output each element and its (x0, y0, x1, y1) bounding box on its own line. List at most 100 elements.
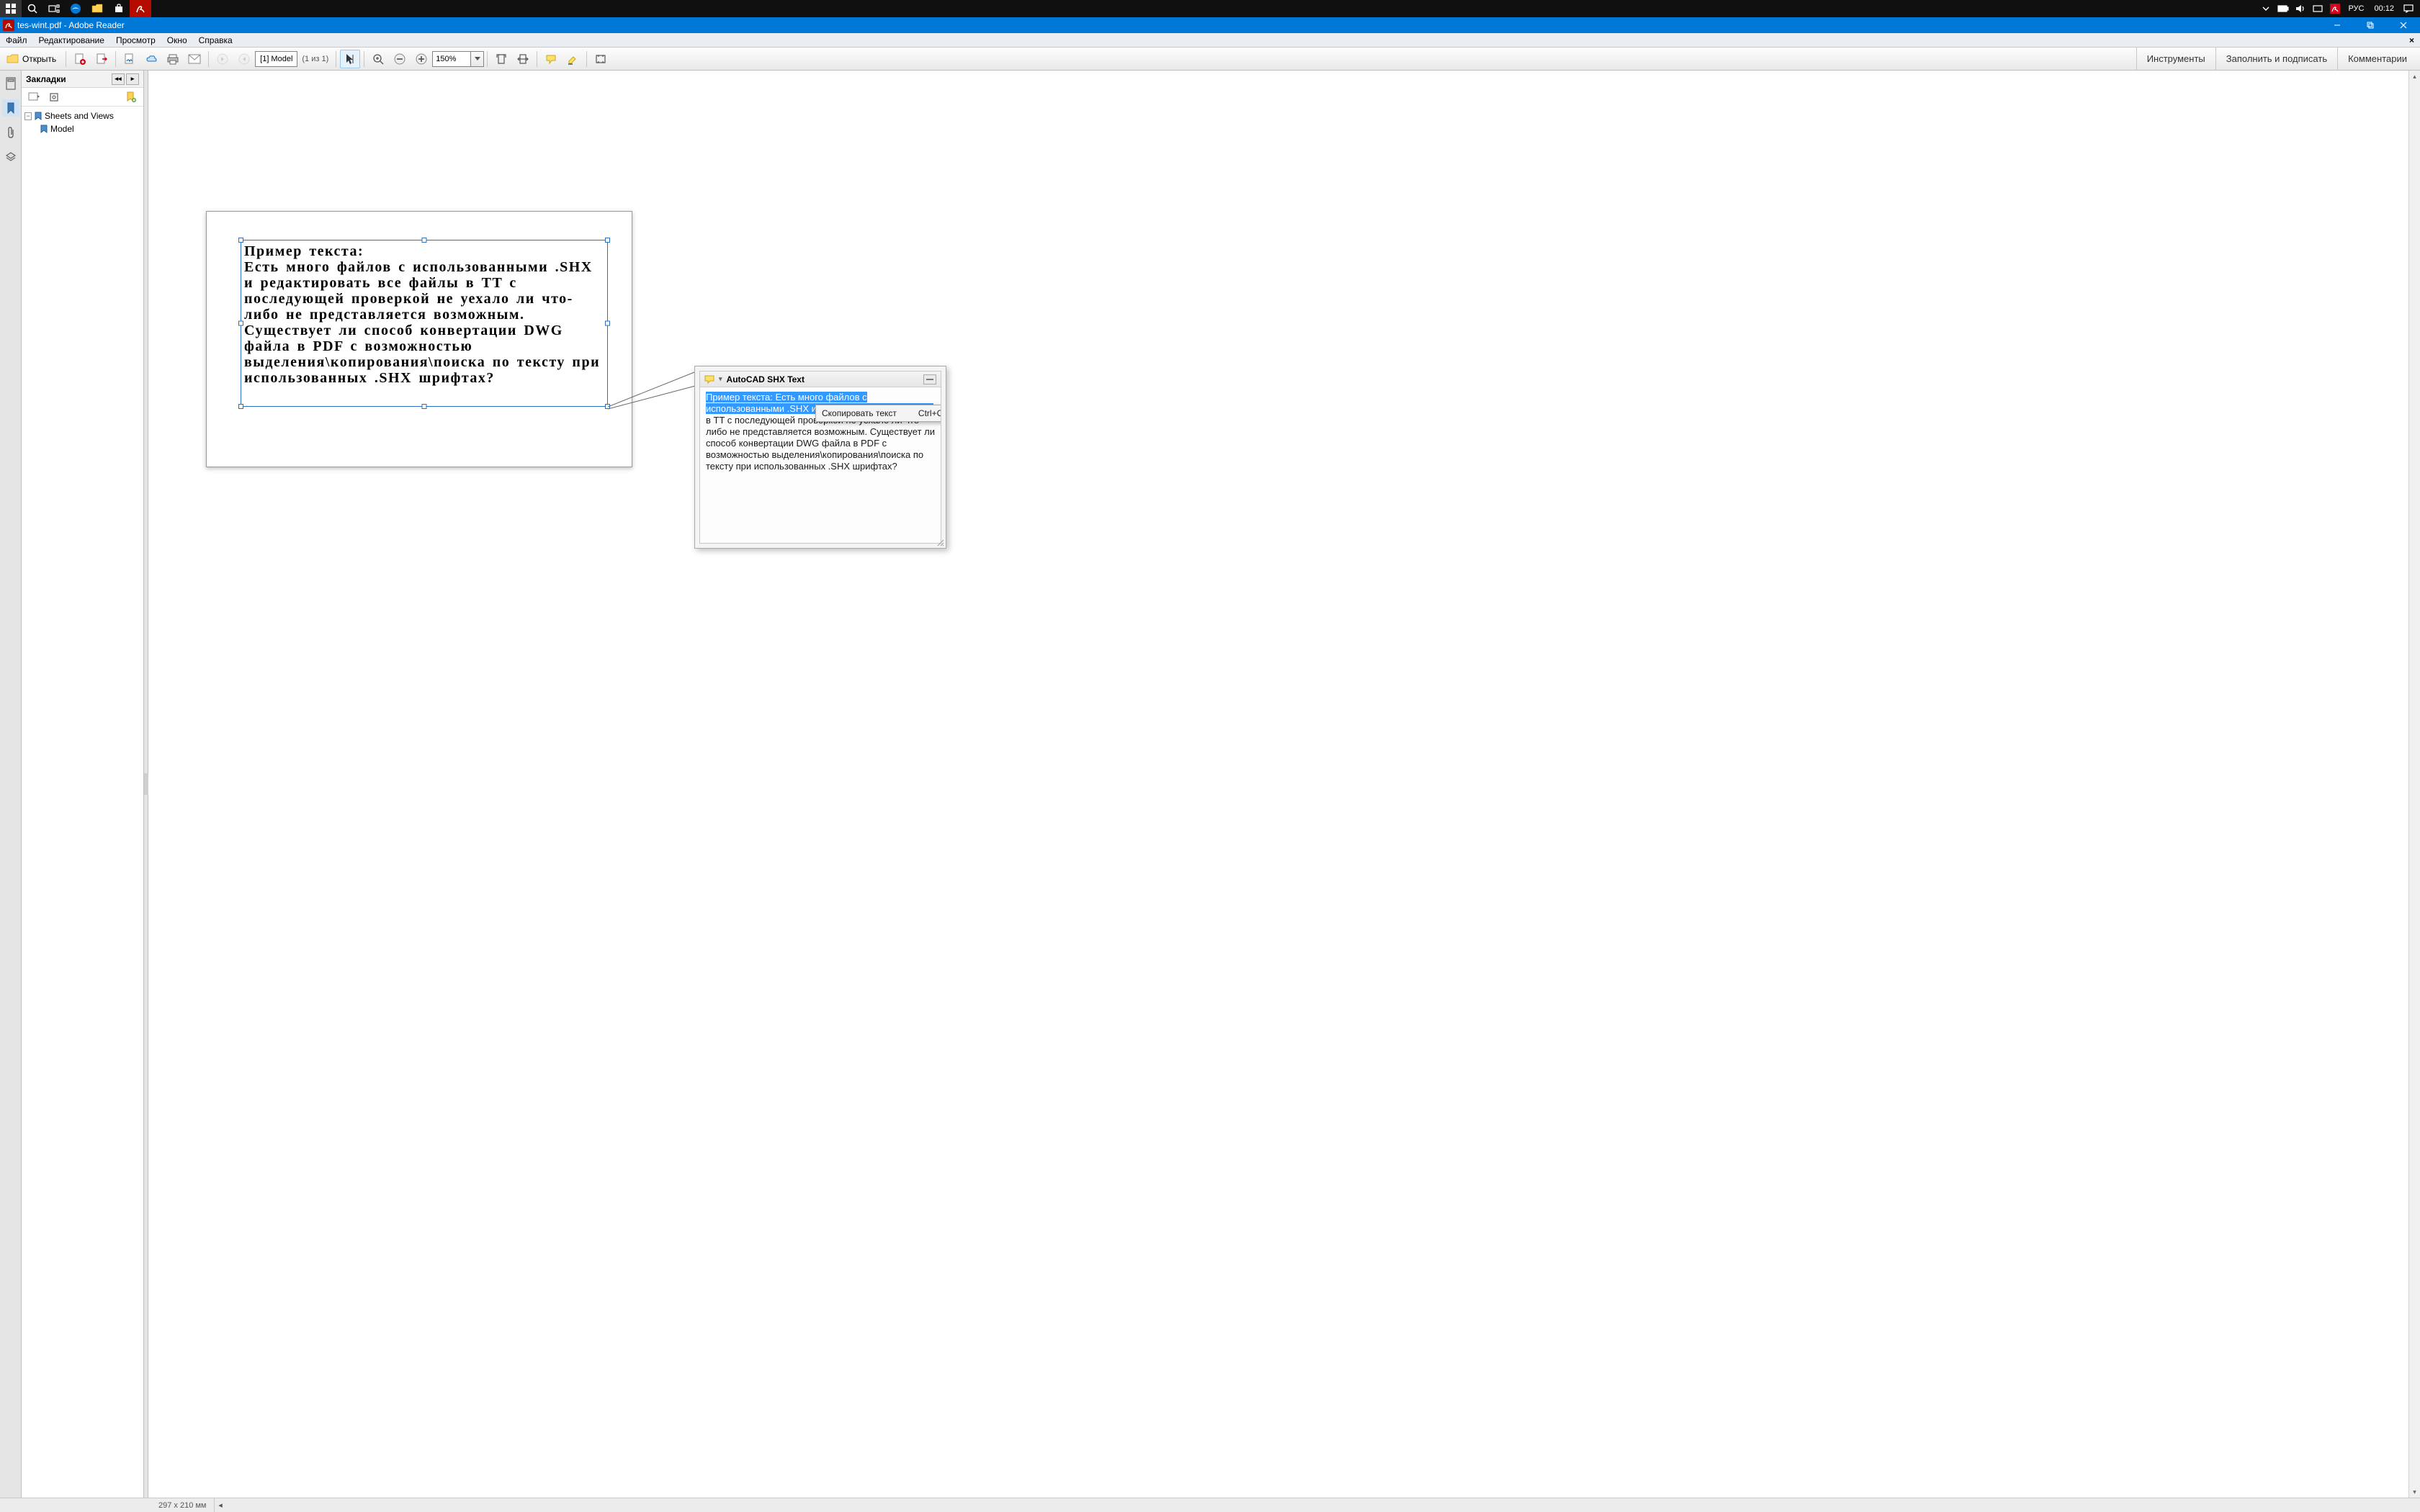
selected-annotation[interactable]: Пример текста: Есть много файлов с испол… (241, 240, 608, 407)
bookmarks-tree: − Sheets and Views Model (22, 107, 143, 1498)
file-explorer-icon[interactable] (86, 0, 108, 17)
zoom-value-field[interactable]: 150% (432, 51, 471, 67)
find-bookmark-icon[interactable] (46, 90, 62, 104)
scroll-up-icon[interactable]: ▴ (2409, 71, 2420, 82)
edge-browser-icon[interactable] (65, 0, 86, 17)
read-mode-icon[interactable] (591, 50, 611, 68)
resize-handle[interactable] (238, 321, 243, 326)
tree-label: Sheets and Views (45, 111, 114, 121)
maximize-button[interactable] (2354, 17, 2387, 33)
resize-handle[interactable] (238, 404, 243, 409)
zoom-dropdown-icon[interactable] (471, 51, 484, 67)
popup-minimize-icon[interactable] (923, 374, 936, 384)
tray-network-icon[interactable] (2309, 0, 2326, 17)
open-label: Открыть (22, 54, 56, 64)
zoom-in-icon[interactable] (411, 50, 431, 68)
resize-handle[interactable] (605, 238, 610, 243)
folder-icon (6, 53, 19, 65)
popup-rest-text: в TT с последующей проверкой не уехало л… (706, 415, 935, 472)
popup-header[interactable]: ▾ AutoCAD SHX Text (700, 372, 941, 387)
sign-icon[interactable] (120, 50, 140, 68)
print-icon[interactable] (163, 50, 183, 68)
bookmarks-title: Закладки (26, 74, 66, 84)
tree-row-sheets-and-views[interactable]: − Sheets and Views (23, 109, 142, 122)
close-document-button[interactable]: × (2403, 35, 2420, 45)
zoom-marquee-icon[interactable] (368, 50, 388, 68)
bookmark-item-icon (35, 112, 42, 120)
menu-file[interactable]: Файл (0, 34, 33, 47)
menu-view[interactable]: Просмотр (110, 34, 161, 47)
select-tool-icon[interactable] (340, 50, 360, 68)
close-button[interactable] (2387, 17, 2420, 33)
expand-toggle-icon[interactable]: − (24, 112, 32, 120)
tree-label: Model (50, 124, 74, 134)
windows-taskbar: РУС 00:12 (0, 0, 2420, 17)
new-bookmark-icon[interactable] (123, 90, 139, 104)
bookmarks-icon[interactable] (2, 99, 19, 117)
comment-popup[interactable]: ▾ AutoCAD SHX Text Пример текста: Есть м… (694, 366, 946, 549)
window-titlebar: tes-wint.pdf - Adobe Reader (0, 17, 2420, 33)
layers-icon[interactable] (2, 148, 19, 166)
action-center-icon[interactable] (2400, 0, 2417, 17)
fill-sign-panel-button[interactable]: Заполнить и подписать (2215, 48, 2337, 71)
bookmarks-collapse-right-icon[interactable]: ▸ (126, 73, 139, 85)
bookmark-options-icon[interactable] (26, 90, 42, 104)
email-icon[interactable] (184, 50, 205, 68)
statusbar: 297 x 210 мм ◂ (0, 1498, 2420, 1512)
clock[interactable]: 00:12 (2368, 4, 2400, 13)
menu-window[interactable]: Окно (161, 34, 193, 47)
bookmarks-collapse-left-icon[interactable]: ◂◂ (112, 73, 125, 85)
statusbar-prev-icon[interactable]: ◂ (214, 1498, 227, 1512)
scroll-down-icon[interactable]: ▾ (2409, 1486, 2420, 1498)
resize-handle[interactable] (605, 404, 610, 409)
create-pdf-icon[interactable] (70, 50, 90, 68)
tray-chevron-icon[interactable] (2257, 0, 2275, 17)
tree-row-model[interactable]: Model (23, 122, 142, 135)
toolbar: Открыть [1] Model (1 из 1) 150% Инструме… (0, 48, 2420, 71)
thumbnails-icon[interactable] (2, 75, 19, 92)
document-canvas[interactable]: Пример текста: Есть много файлов с испол… (148, 71, 2420, 1498)
attachments-icon[interactable] (2, 124, 19, 141)
resize-handle[interactable] (238, 238, 243, 243)
context-menu-copy-shortcut: Ctrl+C (918, 408, 941, 419)
taskview-icon[interactable] (43, 0, 65, 17)
adobe-reader-taskbar-icon[interactable] (130, 0, 151, 17)
comments-panel-button[interactable]: Комментарии (2337, 48, 2417, 71)
menu-edit[interactable]: Редактирование (33, 34, 110, 47)
prev-page-icon[interactable] (212, 50, 233, 68)
save-cloud-icon[interactable] (141, 50, 161, 68)
highlight-icon[interactable] (563, 50, 583, 68)
search-icon[interactable] (22, 0, 43, 17)
context-menu: Скопировать текст Ctrl+C (815, 405, 941, 422)
tray-avira-icon[interactable] (2326, 0, 2344, 17)
resize-handle[interactable] (422, 404, 427, 409)
popup-body[interactable]: Пример текста: Есть много файлов с испол… (700, 387, 941, 543)
page-number-field[interactable]: [1] Model (255, 51, 297, 67)
language-indicator[interactable]: РУС (2344, 4, 2368, 13)
resize-handle[interactable] (605, 321, 610, 326)
store-icon[interactable] (108, 0, 130, 17)
resize-handle[interactable] (422, 238, 427, 243)
context-menu-copy[interactable]: Скопировать текст Ctrl+C (816, 405, 941, 421)
page-dimensions: 297 x 210 мм (151, 1501, 214, 1510)
document-text: Пример текста: Есть много файлов с испол… (241, 240, 607, 389)
menubar: Файл Редактирование Просмотр Окно Справк… (0, 33, 2420, 48)
next-page-icon[interactable] (234, 50, 254, 68)
popup-resize-grip[interactable] (936, 538, 944, 546)
comment-icon (704, 375, 714, 384)
sticky-note-icon[interactable] (541, 50, 561, 68)
tools-panel-button[interactable]: Инструменты (2136, 48, 2215, 71)
tray-volume-icon[interactable] (2292, 0, 2309, 17)
minimize-button[interactable] (2321, 17, 2354, 33)
zoom-out-icon[interactable] (390, 50, 410, 68)
export-pdf-icon[interactable] (91, 50, 112, 68)
menu-help[interactable]: Справка (193, 34, 238, 47)
fit-page-icon[interactable] (491, 50, 511, 68)
window-title: tes-wint.pdf - Adobe Reader (17, 20, 125, 30)
tray-battery-icon[interactable] (2275, 0, 2292, 17)
context-menu-copy-label: Скопировать текст (822, 408, 897, 419)
vertical-scrollbar[interactable]: ▴ ▾ (2408, 71, 2420, 1498)
start-button[interactable] (0, 0, 22, 17)
open-button[interactable]: Открыть (3, 50, 63, 68)
fit-width-icon[interactable] (513, 50, 533, 68)
